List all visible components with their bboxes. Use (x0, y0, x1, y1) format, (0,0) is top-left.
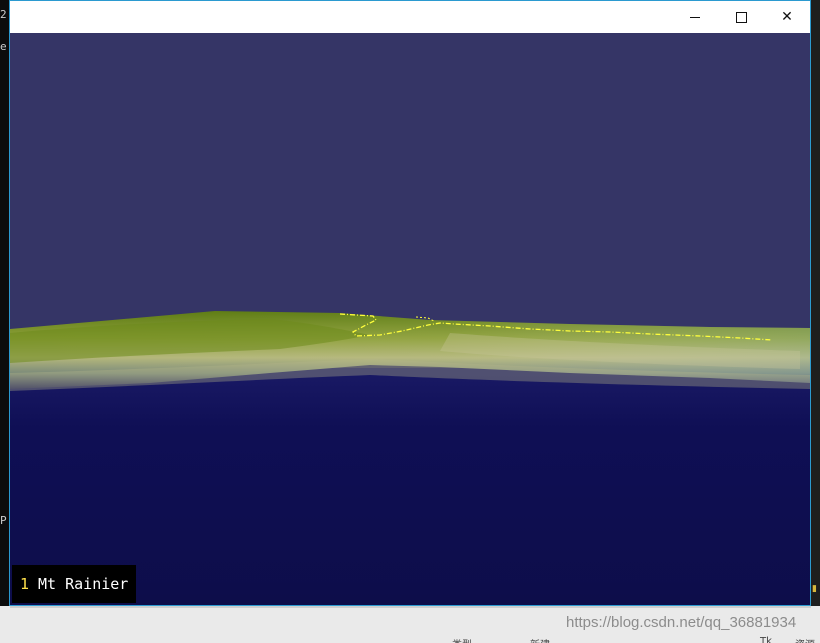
location-index: 1 (20, 575, 30, 593)
maximize-icon (735, 11, 747, 23)
edge-marker: ▮ (812, 584, 817, 594)
close-button[interactable]: ✕ (764, 1, 810, 33)
location-label: 1 Mt Rainier (12, 565, 137, 603)
maximize-button[interactable] (718, 1, 764, 33)
location-name: Mt Rainier (38, 575, 129, 593)
taskbar-fragment: 资源 (795, 636, 815, 643)
terrain-scene (10, 33, 810, 605)
title-bar[interactable]: ✕ (10, 1, 810, 33)
app-window: ✕ 1 Mt Rainier (9, 0, 811, 606)
close-icon: ✕ (781, 9, 793, 25)
console-char: 2 (0, 8, 7, 21)
screen: 2 e P ▮ 类型 新建 Tk 资源 ✕ (0, 0, 820, 643)
background-window-edge: ▮ (811, 0, 820, 643)
taskbar-divider (10, 606, 811, 608)
minimize-button[interactable] (672, 1, 718, 33)
watermark: https://blog.csdn.net/qq_36881934 (566, 614, 797, 631)
console-char: e (0, 40, 7, 53)
3d-viewport[interactable] (10, 33, 810, 605)
taskbar-fragment: Tk (760, 636, 772, 643)
minimize-icon (690, 16, 700, 18)
taskbar-fragment: 类型 (452, 636, 472, 643)
taskbar-fragment: 新建 (530, 636, 550, 643)
console-char: P (0, 514, 7, 527)
